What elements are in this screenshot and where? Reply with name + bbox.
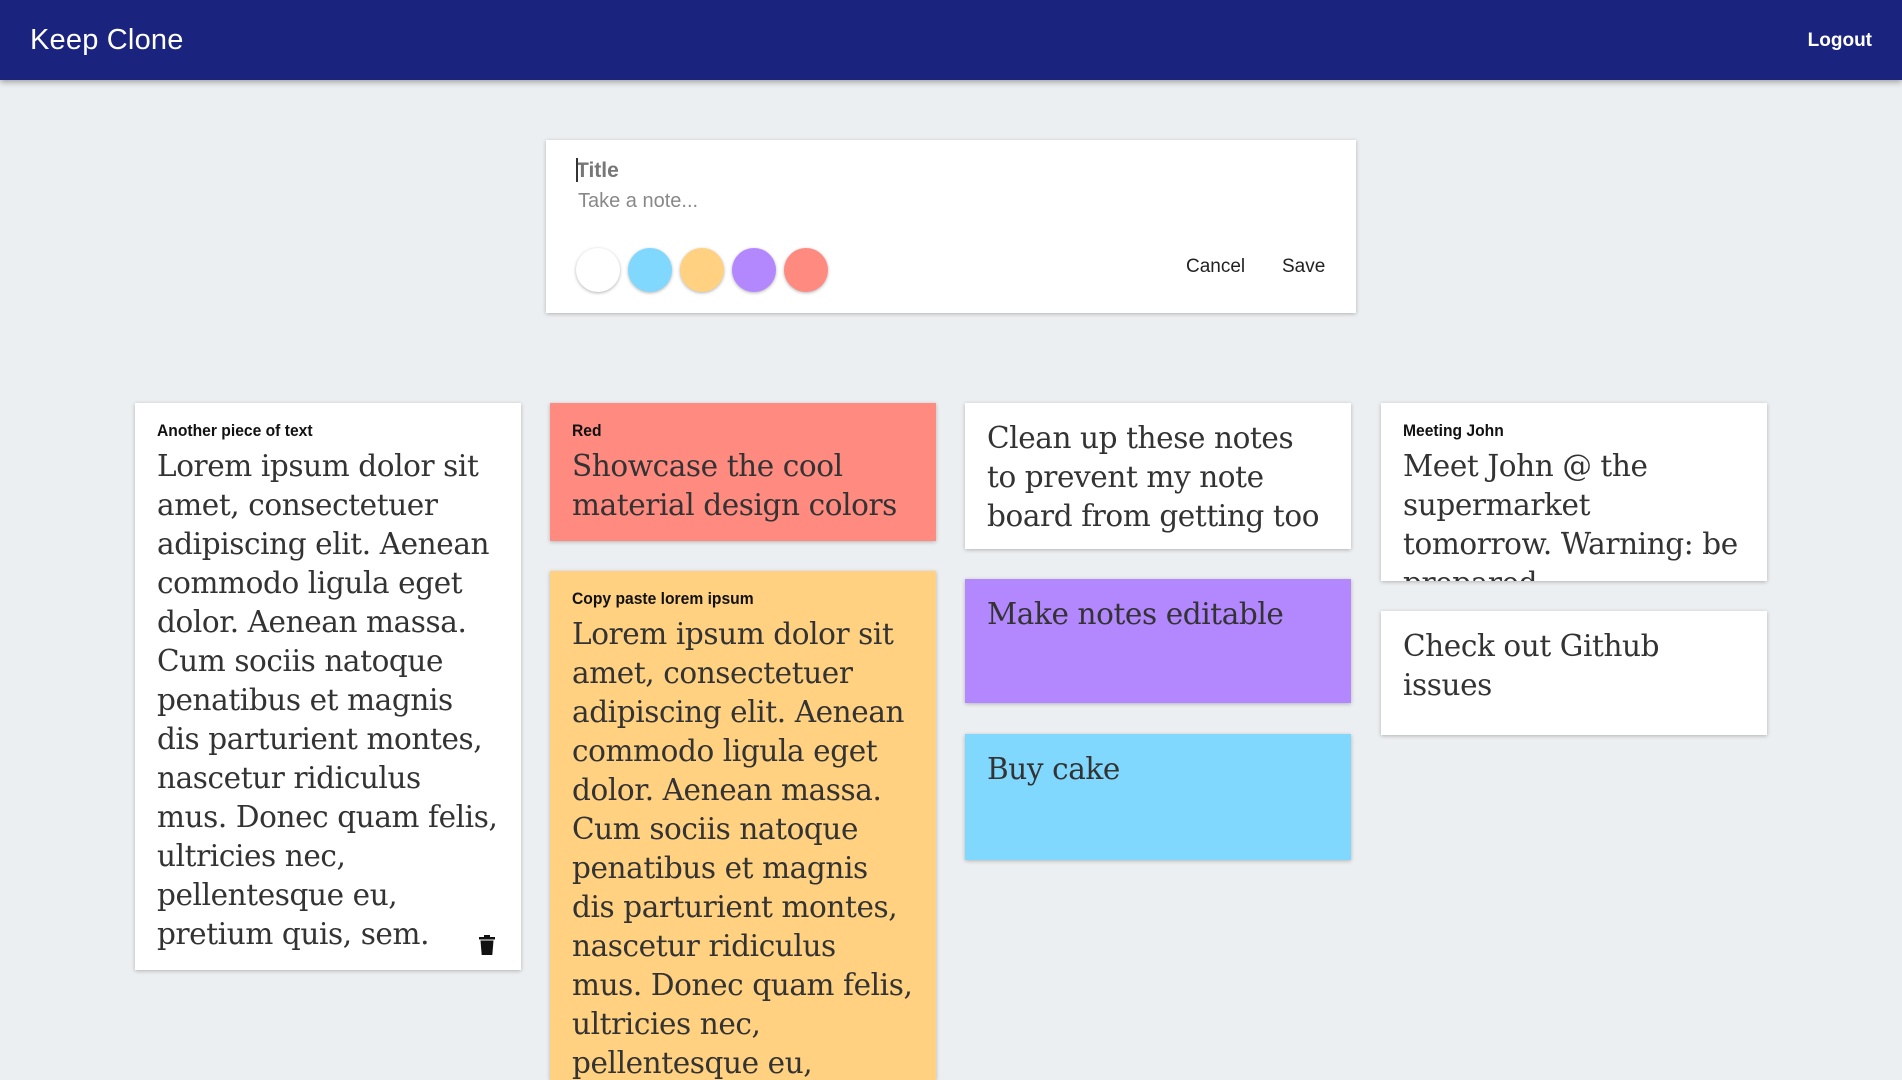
text-caret xyxy=(576,158,578,182)
note-composer: Cancel Save xyxy=(546,140,1356,313)
note-body: Lorem ipsum dolor sit amet, consectetuer… xyxy=(157,449,498,951)
note-card[interactable]: Meeting John Meet John @ the supermarket… xyxy=(1381,403,1767,581)
note-body: Lorem ipsum dolor sit amet, consectetuer… xyxy=(572,617,913,1080)
note-card[interactable]: Red Showcase the cool material design co… xyxy=(550,403,936,541)
color-swatch-blue[interactable] xyxy=(628,248,672,292)
cancel-button[interactable]: Cancel xyxy=(1186,256,1245,278)
note-body: Check out Github issues xyxy=(1403,629,1660,702)
note-title: Red xyxy=(572,421,602,440)
color-swatch-purple[interactable] xyxy=(732,248,776,292)
note-card[interactable]: Another piece of text Lorem ipsum dolor … xyxy=(135,403,521,970)
note-body: Showcase the cool material design colors xyxy=(572,449,897,522)
app-title: Keep Clone xyxy=(30,24,184,56)
note-body: Buy cake xyxy=(987,752,1120,786)
trash-icon[interactable] xyxy=(479,935,495,955)
note-title: Another piece of text xyxy=(157,421,313,440)
color-swatch-red[interactable] xyxy=(784,248,828,292)
title-input[interactable] xyxy=(576,153,1276,189)
note-body: Meet John @ the supermarket tomorrow. Wa… xyxy=(1403,449,1738,581)
note-input[interactable] xyxy=(578,190,1278,222)
color-swatch-yellow[interactable] xyxy=(680,248,724,292)
color-swatch-white[interactable] xyxy=(576,248,620,292)
note-title: Copy paste lorem ipsum xyxy=(572,589,754,608)
save-button[interactable]: Save xyxy=(1282,256,1325,278)
app-bar: Keep Clone Logout xyxy=(0,0,1902,80)
logout-button[interactable]: Logout xyxy=(1808,0,1872,82)
note-body: Make notes editable xyxy=(987,597,1284,631)
note-card[interactable]: Buy cake xyxy=(965,734,1351,860)
note-card[interactable]: Clean up these notes to prevent my note … xyxy=(965,403,1351,549)
note-body: Clean up these notes to prevent my note … xyxy=(987,421,1320,549)
note-card[interactable]: Copy paste lorem ipsum Lorem ipsum dolor… xyxy=(550,571,936,1080)
note-card[interactable]: Make notes editable xyxy=(965,579,1351,703)
note-card[interactable]: Check out Github issues xyxy=(1381,611,1767,735)
note-title: Meeting John xyxy=(1403,421,1504,440)
